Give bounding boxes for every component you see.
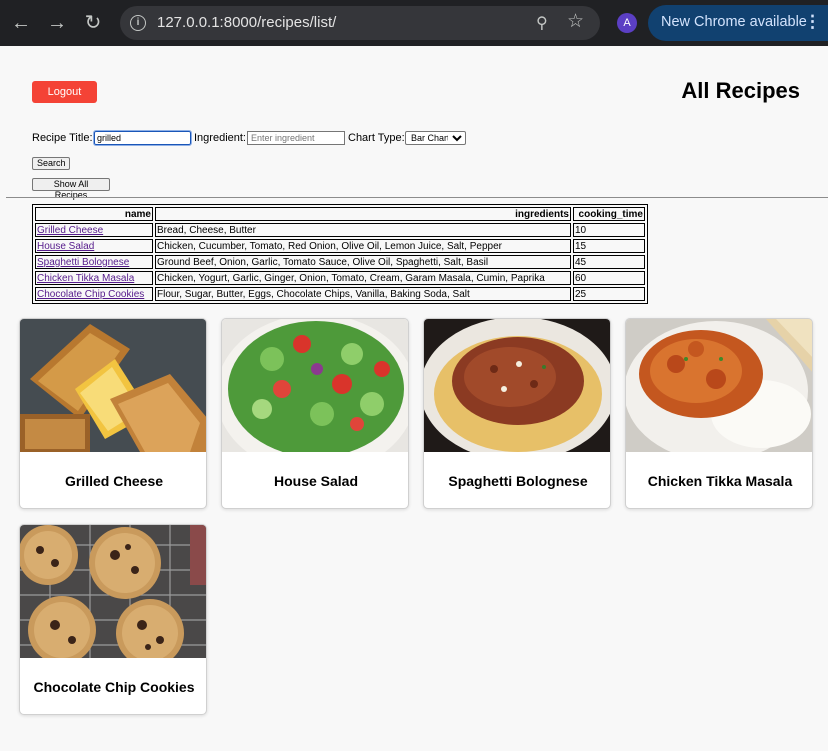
cell-cooking-time: 45: [573, 255, 645, 269]
zoom-icon[interactable]: ⚲: [536, 13, 548, 33]
column-header-cooking-time: cooking_time: [573, 207, 645, 221]
cell-cooking-time: 10: [573, 223, 645, 237]
table-row: Spaghetti Bolognese Ground Beef, Onion, …: [35, 255, 645, 269]
house-salad-photo: [222, 319, 408, 452]
recipe-card-title: Spaghetti Bolognese: [448, 473, 588, 489]
column-header-ingredients: ingredients: [155, 207, 571, 221]
cell-ingredients: Chicken, Cucumber, Tomato, Red Onion, Ol…: [155, 239, 571, 253]
recipes-table: name ingredients cooking_time Grilled Ch…: [32, 204, 648, 304]
recipe-link[interactable]: Chocolate Chip Cookies: [37, 289, 144, 300]
menu-kebab-icon[interactable]: ⋮: [804, 12, 821, 32]
cell-ingredients: Bread, Cheese, Butter: [155, 223, 571, 237]
recipe-link[interactable]: Chicken Tikka Masala: [37, 273, 134, 284]
recipe-card[interactable]: House Salad: [221, 318, 409, 509]
chocolate-chip-cookies-photo: [20, 525, 206, 658]
chart-type-label: Chart Type:: [348, 132, 405, 144]
chrome-update-button[interactable]: New Chrome available ⋮: [648, 5, 828, 41]
cell-name: Chocolate Chip Cookies: [35, 287, 153, 301]
table-header-row: name ingredients cooking_time: [35, 207, 645, 221]
ingredient-input[interactable]: [247, 131, 345, 145]
page-title: All Recipes: [681, 78, 800, 103]
ingredient-label: Ingredient:: [194, 132, 246, 144]
spaghetti-bolognese-photo: [424, 319, 610, 452]
column-header-name: name: [35, 207, 153, 221]
cell-name: Chicken Tikka Masala: [35, 271, 153, 285]
site-info-icon[interactable]: i: [130, 15, 146, 31]
cell-cooking-time: 15: [573, 239, 645, 253]
recipe-card[interactable]: Chocolate Chip Cookies: [19, 524, 207, 715]
chrome-update-label: New Chrome available: [661, 14, 807, 30]
forward-arrow-icon[interactable]: →: [45, 11, 69, 35]
chicken-tikka-masala-photo: [626, 319, 812, 452]
cell-ingredients: Ground Beef, Onion, Garlic, Tomato Sauce…: [155, 255, 571, 269]
cell-name: Spaghetti Bolognese: [35, 255, 153, 269]
show-all-recipes-button[interactable]: Show All Recipes: [32, 178, 110, 200]
grilled-cheese-photo: [20, 319, 206, 452]
chart-type-select[interactable]: Bar Chart: [405, 131, 466, 145]
recipe-card[interactable]: Chicken Tikka Masala: [625, 318, 813, 509]
table-row: Chocolate Chip Cookies Flour, Sugar, But…: [35, 287, 645, 301]
recipe-card-title: House Salad: [273, 473, 359, 489]
cell-cooking-time: 25: [573, 287, 645, 301]
address-url[interactable]: 127.0.0.1:8000/recipes/list/: [157, 14, 336, 31]
search-button[interactable]: Search: [32, 157, 70, 170]
recipe-title-label: Recipe Title:: [32, 132, 93, 144]
recipe-title-input[interactable]: [93, 130, 192, 146]
cell-cooking-time: 60: [573, 271, 645, 285]
cell-ingredients: Flour, Sugar, Butter, Eggs, Chocolate Ch…: [155, 287, 571, 301]
profile-avatar[interactable]: A: [617, 13, 637, 33]
logout-button[interactable]: Logout: [32, 81, 97, 103]
table-row: Grilled Cheese Bread, Cheese, Butter 10: [35, 223, 645, 237]
recipe-link[interactable]: Grilled Cheese: [37, 225, 103, 236]
recipe-card-title: Chocolate Chip Cookies: [33, 679, 195, 695]
cell-name: House Salad: [35, 239, 153, 253]
recipe-link[interactable]: House Salad: [37, 241, 94, 252]
recipe-card-title: Grilled Cheese: [64, 473, 164, 489]
reload-icon[interactable]: ↻: [81, 11, 105, 35]
cell-name: Grilled Cheese: [35, 223, 153, 237]
browser-toolbar: ← → ↻ i 127.0.0.1:8000/recipes/list/ ⚲ ☆…: [0, 0, 828, 46]
back-arrow-icon[interactable]: ←: [9, 11, 33, 35]
table-row: House Salad Chicken, Cucumber, Tomato, R…: [35, 239, 645, 253]
cell-ingredients: Chicken, Yogurt, Garlic, Ginger, Onion, …: [155, 271, 571, 285]
recipe-card[interactable]: Spaghetti Bolognese: [423, 318, 611, 509]
recipe-card[interactable]: Grilled Cheese: [19, 318, 207, 509]
bookmark-star-icon[interactable]: ☆: [567, 10, 584, 33]
address-bar[interactable]: i 127.0.0.1:8000/recipes/list/ ⚲ ☆: [120, 6, 600, 40]
recipe-card-title: Chicken Tikka Masala: [647, 473, 793, 489]
recipe-link[interactable]: Spaghetti Bolognese: [37, 257, 129, 268]
divider: [6, 197, 828, 198]
table-row: Chicken Tikka Masala Chicken, Yogurt, Ga…: [35, 271, 645, 285]
